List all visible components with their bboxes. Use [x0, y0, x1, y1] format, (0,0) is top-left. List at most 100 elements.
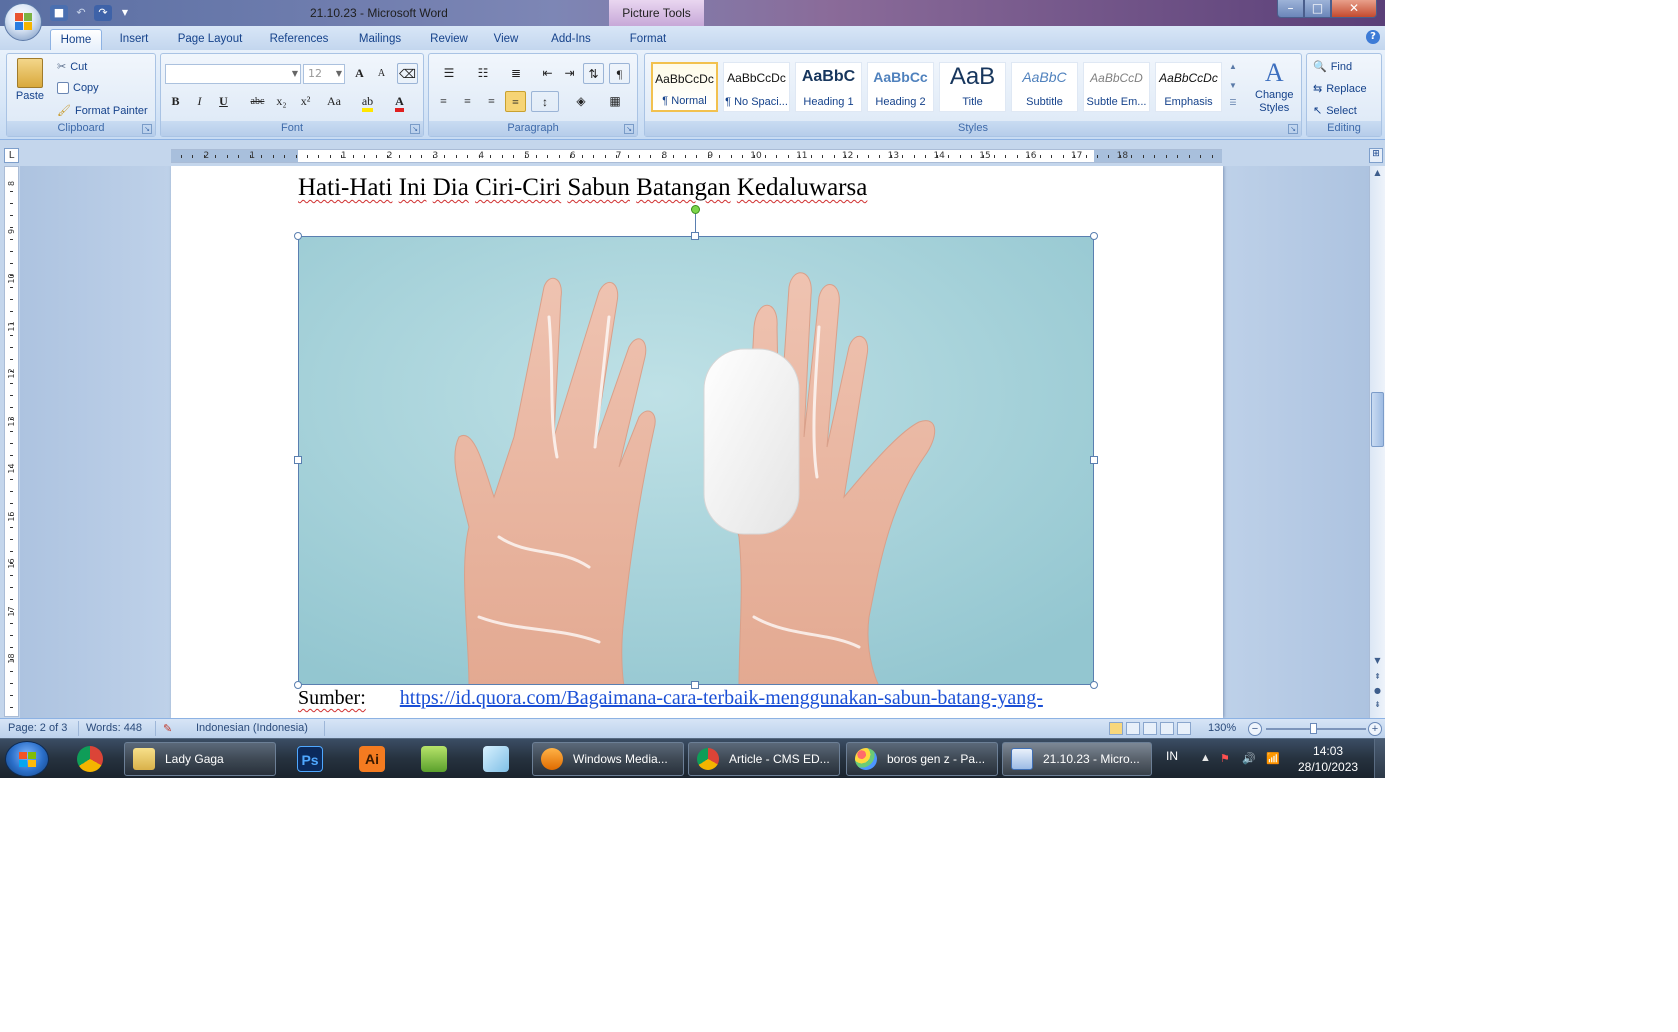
resize-handle-top-left[interactable] [294, 232, 302, 240]
increase-indent-icon[interactable]: ⇥ [559, 63, 580, 84]
resize-handle-right[interactable] [1090, 456, 1098, 464]
customize-qat-icon[interactable]: ▼ [116, 5, 134, 21]
close-button[interactable]: ✕ [1331, 0, 1377, 18]
resize-handle-bottom[interactable] [691, 681, 699, 689]
align-left-icon[interactable]: ≡ [433, 91, 454, 112]
align-center-icon[interactable]: ≡ [457, 91, 478, 112]
maximize-button[interactable]: □ [1304, 0, 1331, 18]
style-heading-2[interactable]: AaBbCc Heading 2 [867, 62, 934, 112]
change-styles-button[interactable]: A Change Styles [1255, 58, 1294, 114]
shrink-font-button[interactable]: A [371, 63, 392, 84]
input-language[interactable]: IN [1166, 749, 1178, 763]
tab-mailings[interactable]: Mailings [350, 29, 410, 50]
paragraph-launcher-icon[interactable]: ↘ [624, 124, 634, 134]
grow-font-button[interactable]: A [349, 63, 370, 84]
show-hidden-icons-icon[interactable]: ▲ [1200, 752, 1211, 764]
styles-launcher-icon[interactable]: ↘ [1288, 124, 1298, 134]
tab-home[interactable]: Home [50, 29, 102, 50]
style-title[interactable]: AaB Title [939, 62, 1006, 112]
language-indicator[interactable]: Indonesian (Indonesia) [196, 722, 308, 734]
subscript-button[interactable]: x₂ [271, 91, 292, 112]
font-name-combo[interactable]: ▼ [165, 64, 301, 84]
scroll-up-icon[interactable]: ▲ [1370, 166, 1385, 180]
line-spacing-icon[interactable]: ↕ [531, 91, 559, 112]
view-ruler-icon[interactable]: ⊞ [1369, 148, 1383, 163]
cut-button[interactable]: ✂ Cut [57, 60, 87, 74]
browse-object-icon[interactable]: ● [1370, 684, 1385, 698]
bold-button[interactable]: B [165, 91, 186, 112]
style-heading-1[interactable]: AaBbC Heading 1 [795, 62, 862, 112]
help-icon[interactable]: ? [1366, 30, 1380, 44]
show-desktop-button[interactable] [1374, 739, 1385, 778]
taskbar-item-paint[interactable]: boros gen z - Pa... [846, 742, 998, 776]
style-subtitle[interactable]: AaBbC Subtitle [1011, 62, 1078, 112]
style-subtle-emphasis[interactable]: AaBbCcD Subtle Em... [1083, 62, 1150, 112]
paste-button[interactable]: Paste [13, 58, 47, 102]
taskbar-pin-photoshop[interactable]: Ps [284, 742, 336, 776]
redo-icon[interactable]: ↷ [94, 5, 112, 21]
next-page-icon[interactable]: ⇟ [1370, 698, 1385, 712]
tab-format[interactable]: Format [618, 29, 678, 50]
start-button[interactable] [5, 741, 49, 777]
zoom-level[interactable]: 130% [1208, 722, 1236, 734]
font-color-icon[interactable]: A [389, 91, 410, 112]
tab-view[interactable]: View [486, 29, 526, 50]
print-layout-icon[interactable] [1109, 722, 1123, 735]
outline-view-icon[interactable] [1160, 722, 1174, 735]
resize-handle-top[interactable] [691, 232, 699, 240]
sort-icon[interactable]: ⇅ [583, 63, 604, 84]
scroll-down-icon[interactable]: ▼ [1370, 654, 1385, 668]
tab-review[interactable]: Review [424, 29, 474, 50]
superscript-button[interactable]: x² [295, 91, 316, 112]
source-link[interactable]: https://id.quora.com/Bagaimana-cara-terb… [400, 687, 1043, 709]
document-heading[interactable]: Hati-Hati Ini Dia Ciri-Ciri Sabun Batang… [298, 174, 867, 202]
minimize-button[interactable]: – [1277, 0, 1304, 18]
bullets-icon[interactable]: ☰ [433, 63, 465, 84]
undo-icon[interactable]: ↶ [72, 5, 90, 21]
zoom-slider-thumb[interactable] [1310, 723, 1317, 734]
decrease-indent-icon[interactable]: ⇤ [537, 63, 558, 84]
italic-button[interactable]: I [189, 91, 210, 112]
strikethrough-button[interactable]: abc [247, 91, 268, 112]
shading-icon[interactable]: ◈ [567, 91, 595, 112]
source-paragraph[interactable]: Sumber: https://id.quora.com/Bagaimana-ca… [298, 687, 1043, 710]
clock[interactable]: 14:03 28/10/2023 [1298, 743, 1358, 775]
taskbar-pin-coreldraw[interactable] [408, 742, 460, 776]
page-count[interactable]: Page: 2 of 3 [8, 722, 67, 734]
copy-button[interactable]: Copy [57, 82, 99, 94]
full-screen-reading-icon[interactable] [1126, 722, 1140, 735]
numbering-icon[interactable]: ☷ [467, 63, 499, 84]
tab-references[interactable]: References [264, 29, 334, 50]
word-count[interactable]: Words: 448 [86, 722, 142, 734]
draft-view-icon[interactable] [1177, 722, 1191, 735]
tab-page-layout[interactable]: Page Layout [172, 29, 248, 50]
proofing-errors-icon[interactable]: ✎ [163, 722, 172, 735]
network-warning-icon[interactable]: ⚑ [1220, 752, 1230, 765]
office-button[interactable] [4, 3, 42, 41]
style-emphasis[interactable]: AaBbCcDc Emphasis [1155, 62, 1222, 112]
taskbar-pin-chrome[interactable] [64, 742, 116, 776]
styles-gallery-scroll[interactable]: ▲ ▼ ☰ [1229, 62, 1237, 107]
volume-icon[interactable]: 🔊 [1242, 752, 1256, 765]
style-no-spacing[interactable]: AaBbCcDc ¶ No Spaci... [723, 62, 790, 112]
taskbar-item-article-cms[interactable]: Article - CMS ED... [688, 742, 840, 776]
font-launcher-icon[interactable]: ↘ [410, 124, 420, 134]
clipboard-launcher-icon[interactable]: ↘ [142, 124, 152, 134]
tab-add-ins[interactable]: Add-Ins [542, 29, 600, 50]
tab-insert[interactable]: Insert [110, 29, 158, 50]
horizontal-ruler[interactable]: 2 1 1 2 3 4 5 6 7 8 9 10 11 12 13 14 15 16 17 18 [171, 149, 1222, 163]
signal-icon[interactable]: 📶 [1266, 752, 1280, 765]
rotation-handle[interactable] [691, 205, 700, 214]
resize-handle-top-right[interactable] [1090, 232, 1098, 240]
resize-handle-bottom-right[interactable] [1090, 681, 1098, 689]
resize-handle-bottom-left[interactable] [294, 681, 302, 689]
font-size-combo[interactable]: 12 ▼ [303, 64, 345, 84]
justify-icon[interactable]: ≡ [505, 91, 526, 112]
zoom-out-icon[interactable]: − [1248, 722, 1262, 736]
save-icon[interactable]: ■ [50, 5, 68, 21]
taskbar-item-word[interactable]: 21.10.23 - Micro... [1002, 742, 1152, 776]
borders-icon[interactable]: ▦ [601, 91, 629, 112]
web-layout-icon[interactable] [1143, 722, 1157, 735]
resize-handle-left[interactable] [294, 456, 302, 464]
show-marks-button[interactable]: ¶ [609, 63, 630, 84]
